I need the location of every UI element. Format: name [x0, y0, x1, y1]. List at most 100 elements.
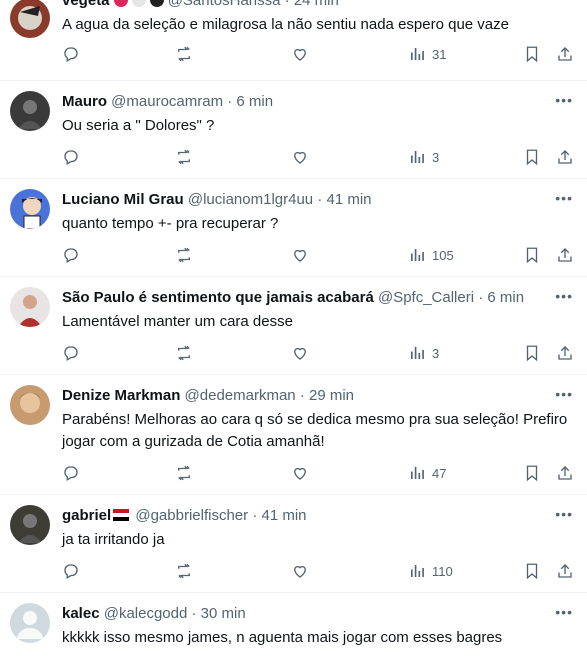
- bookmark-button[interactable]: [523, 245, 541, 265]
- timestamp[interactable]: 30 min: [201, 605, 246, 622]
- retweet-button[interactable]: [175, 147, 193, 167]
- display-name[interactable]: Luciano Mil Grau: [62, 191, 184, 208]
- bookmark-button[interactable]: [523, 147, 541, 167]
- views-icon: [408, 148, 426, 166]
- tweet[interactable]: Mauro @maurocamram · 6 min ••• Ou seria a …: [0, 81, 587, 179]
- timestamp[interactable]: 24 min: [294, 0, 339, 9]
- reply-button[interactable]: [62, 245, 80, 265]
- display-name[interactable]: gabriel: [62, 507, 111, 524]
- display-name[interactable]: Mauro: [62, 93, 107, 110]
- like-button[interactable]: [291, 245, 309, 265]
- timestamp[interactable]: 29 min: [309, 387, 354, 404]
- user-handle[interactable]: @SantosHarissa: [164, 0, 285, 9]
- user-handle[interactable]: @gabbrielfischer: [131, 507, 252, 524]
- views-button[interactable]: 47: [408, 463, 446, 483]
- tweet[interactable]: vegeta @SantosHarissa · 24 min•••A agua …: [0, 0, 587, 81]
- like-button[interactable]: [291, 44, 309, 64]
- timestamp[interactable]: 6 min: [487, 289, 524, 306]
- user-handle[interactable]: @kalecgodd: [100, 605, 192, 622]
- views-icon: [408, 464, 426, 482]
- timestamp[interactable]: 41 min: [261, 507, 306, 524]
- share-button[interactable]: [556, 147, 574, 167]
- retweet-button[interactable]: [175, 463, 193, 483]
- like-button[interactable]: [291, 147, 309, 167]
- retweet-button[interactable]: [175, 44, 193, 64]
- tweet[interactable]: gabriel @gabbrielfischer · 41 min ••• ja t…: [0, 495, 587, 593]
- reply-button[interactable]: [62, 343, 80, 363]
- tweet-text: Ou seria a " Dolores" ?: [62, 117, 215, 134]
- views-button[interactable]: 110: [408, 561, 453, 581]
- more-options-button[interactable]: •••: [555, 190, 573, 206]
- like-button[interactable]: [291, 343, 309, 363]
- display-name[interactable]: Denize Markman: [62, 387, 180, 404]
- tweet-actions: 110: [62, 561, 582, 583]
- tweet[interactable]: kalec @kalecgodd · 30 min ••• kkkkk isso m…: [0, 593, 587, 663]
- share-button[interactable]: [556, 463, 574, 483]
- tweet[interactable]: Luciano Mil Grau @lucianom1lgr4uu · 41 m…: [0, 179, 587, 277]
- bookmark-icon: [523, 246, 541, 264]
- share-button[interactable]: [556, 44, 574, 64]
- avatar[interactable]: [10, 91, 50, 131]
- heart-icon: [291, 464, 309, 482]
- retweet-button[interactable]: [175, 343, 193, 363]
- heart-icon: [291, 45, 309, 63]
- retweet-icon: [175, 464, 193, 482]
- share-icon: [556, 45, 574, 63]
- display-name[interactable]: kalec: [62, 605, 100, 622]
- more-options-button[interactable]: •••: [555, 386, 573, 402]
- views-button[interactable]: 105: [408, 245, 454, 265]
- reply-button[interactable]: [62, 44, 80, 64]
- tweet-actions: 105: [62, 245, 582, 267]
- views-button[interactable]: 3: [408, 147, 439, 167]
- bookmark-button[interactable]: [523, 44, 541, 64]
- view-count: 110: [432, 563, 453, 579]
- more-options-button[interactable]: •••: [555, 92, 573, 108]
- reply-button[interactable]: [62, 561, 80, 581]
- avatar[interactable]: [10, 385, 50, 425]
- reply-button[interactable]: [62, 147, 80, 167]
- timestamp[interactable]: 41 min: [327, 191, 372, 208]
- reply-icon: [62, 246, 80, 264]
- retweet-button[interactable]: [175, 245, 193, 265]
- more-options-button[interactable]: •••: [555, 604, 573, 620]
- bookmark-button[interactable]: [523, 463, 541, 483]
- bookmark-button[interactable]: [523, 561, 541, 581]
- views-button[interactable]: 3: [408, 343, 439, 363]
- tweet[interactable]: Denize Markman @dedemarkman · 29 min ••• P…: [0, 375, 587, 495]
- share-button[interactable]: [556, 343, 574, 363]
- like-button[interactable]: [291, 561, 309, 581]
- more-options-button[interactable]: •••: [555, 506, 573, 522]
- avatar[interactable]: [10, 603, 50, 643]
- tweet[interactable]: São Paulo é sentimento que jamais acabar…: [0, 277, 587, 375]
- share-button[interactable]: [556, 245, 574, 265]
- timestamp[interactable]: 6 min: [236, 93, 273, 110]
- photo-avatar-icon: [18, 100, 42, 129]
- avatar[interactable]: [10, 189, 50, 229]
- display-name[interactable]: São Paulo é sentimento que jamais acabar…: [62, 289, 374, 306]
- reply-button[interactable]: [62, 463, 80, 483]
- like-button[interactable]: [291, 463, 309, 483]
- separator: ·: [317, 191, 327, 208]
- tweet-text: quanto tempo +- pra recuperar ?: [62, 215, 279, 232]
- share-icon: [556, 148, 574, 166]
- retweet-icon: [175, 246, 193, 264]
- more-options-button[interactable]: •••: [555, 288, 573, 304]
- avatar[interactable]: [10, 287, 50, 327]
- reply-icon: [62, 148, 80, 166]
- views-button[interactable]: 31: [408, 44, 446, 64]
- avatar[interactable]: [10, 0, 50, 38]
- share-button[interactable]: [556, 561, 574, 581]
- user-handle[interactable]: @lucianom1lgr4uu: [184, 191, 318, 208]
- avatar[interactable]: [10, 505, 50, 545]
- separator: ·: [284, 0, 294, 9]
- tweet-header: São Paulo é sentimento que jamais acabar…: [62, 289, 524, 307]
- user-handle[interactable]: @Spfc_Calleri: [374, 289, 478, 306]
- user-handle[interactable]: @maurocamram: [107, 93, 227, 110]
- tweet-text: Lamentável manter um cara desse: [62, 313, 293, 330]
- display-name[interactable]: vegeta: [62, 0, 110, 9]
- tweet-text: A agua da seleção e milagrosa la não sen…: [62, 16, 509, 33]
- bookmark-button[interactable]: [523, 343, 541, 363]
- user-handle[interactable]: @dedemarkman: [180, 387, 299, 404]
- heart-icon: [291, 246, 309, 264]
- retweet-button[interactable]: [175, 561, 193, 581]
